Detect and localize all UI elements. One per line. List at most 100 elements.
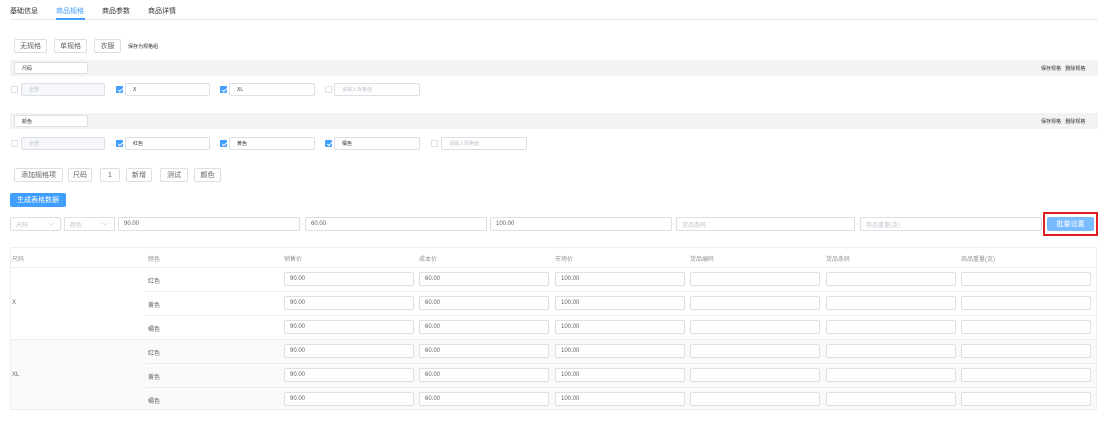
barcode-input[interactable] [826,344,956,358]
cost-input[interactable]: 60.00 [419,272,549,286]
spec-chip[interactable]: 颜色 [194,168,221,182]
save-spec-link[interactable]: 保存规格 [1041,66,1061,72]
product-code-input[interactable] [690,296,820,310]
delete-spec-link[interactable]: 删除规格 [1065,66,1085,72]
price-input[interactable]: 90.00 [284,368,414,382]
column-header: 货品编码 [690,257,715,263]
barcode-input[interactable] [826,368,956,382]
market-price-input[interactable]: 100.00 [555,344,685,358]
weight-input[interactable] [961,272,1091,286]
spec-actions-size: 保存规格 删除规格 [1041,65,1085,72]
generate-table-button[interactable]: 生成表格数据 [10,193,66,207]
table-cell-color: 黄色 [148,303,161,309]
spec-value-input[interactable]: X [125,83,210,96]
price-input[interactable]: 90.00 [284,320,414,334]
highlight-box [1043,212,1098,236]
market-price-input[interactable]: 100.00 [555,272,685,286]
spec-value-input[interactable]: XL [229,83,315,96]
product-code-input[interactable] [690,392,820,406]
active-tab-indicator [56,18,85,20]
price-input[interactable]: 90.00 [284,296,414,310]
tab-basic-info[interactable]: 基础信息 [10,6,38,16]
weight-input[interactable] [961,344,1091,358]
no-spec-button[interactable]: 无规格 [14,39,47,53]
spec-value-checkbox[interactable] [116,140,123,147]
weight-input[interactable] [961,320,1091,334]
table-cell-size: X [12,300,17,306]
tab-product-details[interactable]: 商品详情 [148,6,176,16]
spec-value-checkbox[interactable] [325,140,332,147]
price-input[interactable]: 90.00 [284,272,414,286]
batch-color-select[interactable]: 颜色 ﹀ [64,217,115,231]
market-price-input[interactable]: 100.00 [555,296,685,310]
new-spec-value-input[interactable]: 请输入规格值 [334,83,420,96]
spec-value-input[interactable]: 黄色 [229,137,315,150]
batch-size-select-value: 尺码 [16,222,29,229]
table-cell-color: 红色 [148,279,161,285]
save-as-spec-group-link[interactable]: 保存为规格组 [128,43,158,50]
spec-value-input[interactable]: 红色 [125,137,210,150]
table-cell-color: 黄色 [148,375,161,381]
spec-chip[interactable]: 新增 [126,168,152,182]
market-price-input[interactable]: 100.00 [555,320,685,334]
chevron-down-icon: ﹀ [47,224,54,230]
cost-input[interactable]: 60.00 [419,368,549,382]
cost-input[interactable]: 60.00 [419,320,549,334]
batch-barcode-input[interactable]: 货品条码 [676,217,855,231]
weight-input[interactable] [961,368,1091,382]
row-divider [10,267,1097,268]
row-divider [145,387,1097,388]
column-header: 成本价 [419,257,438,263]
spec-chip[interactable]: 尺码 [68,168,92,182]
batch-size-select[interactable]: 尺码 ﹀ [10,217,61,231]
select-all-checkbox[interactable] [11,140,18,147]
product-code-input[interactable] [690,272,820,286]
market-price-input[interactable]: 100.00 [555,392,685,406]
tab-product-spec[interactable]: 商品规格 [56,6,84,16]
price-input[interactable]: 90.00 [284,344,414,358]
new-spec-value-checkbox[interactable] [431,140,438,147]
single-spec-button[interactable]: 单规格 [54,39,87,53]
barcode-input[interactable] [826,272,956,286]
barcode-input[interactable] [826,296,956,310]
spec-name-input-size[interactable]: 尺码 [14,62,88,74]
barcode-input[interactable] [826,320,956,334]
product-code-input[interactable] [690,368,820,382]
new-spec-value-input[interactable]: 请输入规格值 [441,137,527,150]
column-header: 尺码 [12,257,25,263]
cost-input[interactable]: 60.00 [419,392,549,406]
spec-value-all: 全部 [21,83,105,96]
add-spec-item-button[interactable]: 添加规格项 [14,168,63,182]
product-code-input[interactable] [690,344,820,358]
save-spec-link[interactable]: 保存规格 [1041,119,1061,125]
batch-price-input[interactable]: 90.00 [118,217,300,231]
cost-input[interactable]: 60.00 [419,296,549,310]
delete-spec-link[interactable]: 删除规格 [1065,119,1085,125]
weight-input[interactable] [961,296,1091,310]
column-header: 商品重量(克) [961,257,995,263]
new-spec-value-checkbox[interactable] [325,86,332,93]
tab-product-params[interactable]: 商品参数 [102,6,130,16]
spec-chip[interactable]: 1 [100,168,120,182]
spec-name-input-color[interactable]: 颜色 [14,115,88,127]
batch-cost-input[interactable]: 60.00 [305,217,487,231]
barcode-input[interactable] [826,392,956,406]
spec-value-all: 全部 [21,137,105,150]
spec-chip[interactable]: 测试 [160,168,188,182]
batch-market-input[interactable]: 100.00 [490,217,672,231]
market-price-input[interactable]: 100.00 [555,368,685,382]
tab-bar: 基础信息 商品规格 商品参数 商品详情 [10,0,1098,20]
spec-value-checkbox[interactable] [220,86,227,93]
price-input[interactable]: 90.00 [284,392,414,406]
spec-value-checkbox[interactable] [220,140,227,147]
spec-value-input[interactable]: 橘色 [334,137,420,150]
table-cell-size: XL [12,372,20,378]
product-code-input[interactable] [690,320,820,334]
weight-input[interactable] [961,392,1091,406]
column-header: 销售价 [284,257,303,263]
batch-weight-input[interactable]: 商品重量(克) [860,217,1042,231]
spec-value-checkbox[interactable] [116,86,123,93]
cost-input[interactable]: 60.00 [419,344,549,358]
spec-template-clothes-button[interactable]: 衣服 [94,39,121,53]
select-all-checkbox[interactable] [11,86,18,93]
